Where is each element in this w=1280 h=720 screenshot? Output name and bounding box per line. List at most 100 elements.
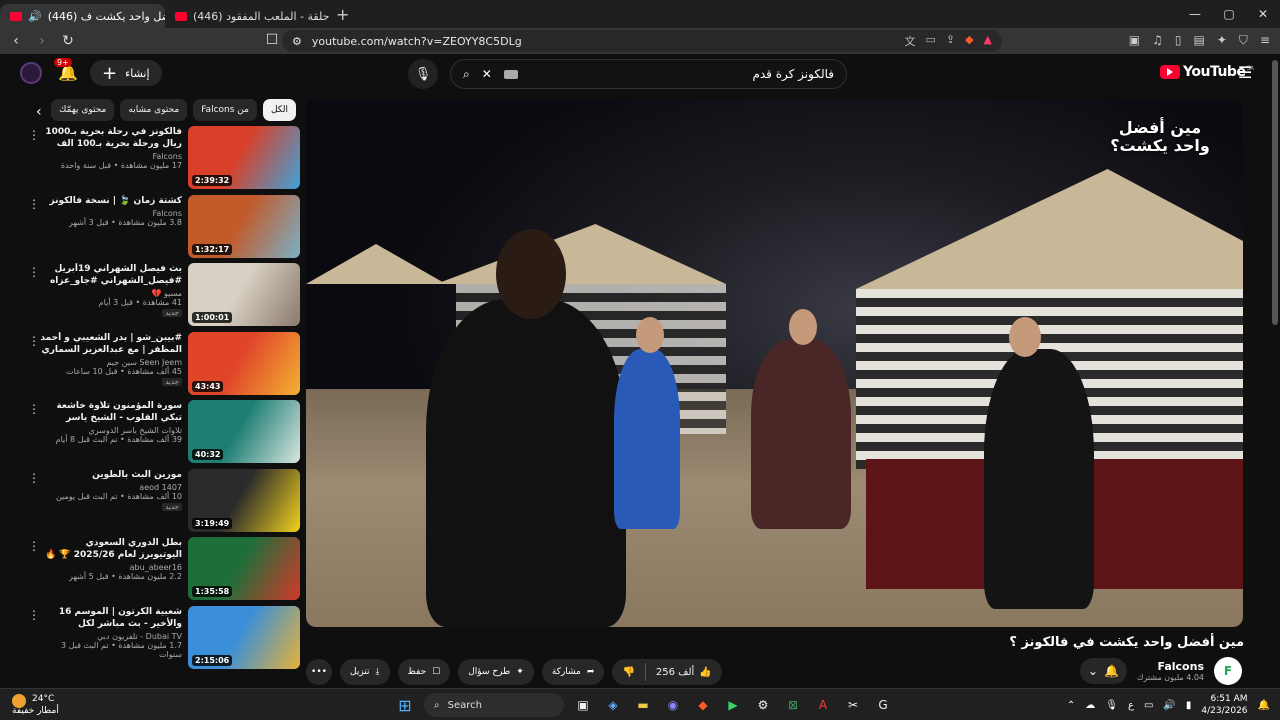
account-avatar[interactable] (20, 62, 42, 84)
recommendation-item[interactable]: 2:39:32 فالكونز في رحلة بحرية بـ1000 ريال… (20, 126, 300, 195)
chip-for-you[interactable]: محتوى يهمّك (51, 99, 115, 121)
channel-name[interactable]: Dubai TV - تلفزيون دبي (40, 632, 182, 641)
rewards-icon[interactable]: ▲ (984, 33, 992, 49)
new-tab-button[interactable]: + (336, 5, 349, 24)
recommendation-item[interactable]: 1:32:17 كشتة زمان 🍃 | نسخة فالكونز Falcons… (20, 194, 300, 264)
search-icon[interactable]: ⌕ (463, 67, 470, 82)
taskbar-search[interactable]: ⌕ Search (424, 693, 564, 717)
video-thumbnail[interactable]: 2:15:06 (188, 605, 300, 669)
notification-center-icon[interactable]: 🔔 (1258, 700, 1270, 711)
channel-name[interactable]: Falcons (1137, 660, 1204, 673)
translate-icon[interactable]: 文 (904, 33, 915, 49)
copilot-icon[interactable]: ◈ (602, 694, 624, 716)
more-vert-icon[interactable]: ⋮ (28, 471, 40, 485)
speaker-icon[interactable]: 🔊 (28, 10, 42, 23)
more-vert-icon[interactable]: ⋮ (28, 402, 40, 416)
channel-avatar[interactable]: F (1214, 657, 1242, 685)
sidebar-icon[interactable]: ▯ (1175, 33, 1182, 48)
ask-button[interactable]: طرح سؤال ✦ (458, 659, 534, 685)
brave-shield-icon[interactable]: ◆ (965, 33, 973, 49)
channel-name[interactable]: Falcons (40, 152, 182, 161)
forward-icon[interactable]: › (32, 33, 52, 49)
teams-icon[interactable]: ◉ (662, 694, 684, 716)
video-thumbnail[interactable]: 43:43 (188, 331, 300, 395)
maximize-button[interactable]: ▢ (1212, 0, 1246, 28)
video-title[interactable]: شعبية الكرتون | الموسم 16 والأخير - بث م… (40, 606, 182, 630)
video-title[interactable]: مورين البث بالطوين (40, 469, 182, 481)
hamburger-menu-icon[interactable]: ☰ (1238, 63, 1252, 82)
tab-inactive[interactable]: (446) كلارنس | حلقة - الملعب المفقود ✕ (165, 4, 330, 28)
video-title[interactable]: كشتة زمان 🍃 | نسخة فالكونز (40, 195, 183, 207)
chip-similar[interactable]: محتوى مشابه (120, 99, 188, 121)
channel-name[interactable]: مسيو 💔 (40, 289, 182, 298)
video-thumbnail[interactable]: 40:32 (188, 400, 300, 463)
network-icon[interactable]: ▭ (1144, 700, 1153, 711)
close-window-button[interactable]: ✕ (1246, 0, 1280, 28)
input-language[interactable]: ع (1128, 700, 1134, 711)
save-button[interactable]: حفظ ☐ (397, 659, 451, 685)
share-icon[interactable]: ⇪ (946, 33, 955, 49)
video-title[interactable]: بطل الدوري السعودي اليوتيوبرز لعام 2025/… (40, 537, 182, 561)
file-explorer-icon[interactable]: ▬ (632, 694, 654, 716)
video-player[interactable]: مين أفضل واحد يكشت؟ (306, 99, 1243, 627)
recommendation-item[interactable]: 1:35:58 بطل الدوري السعودي اليوتيوبرز لعا… (20, 537, 300, 606)
chevron-left-icon[interactable]: ‹ (36, 104, 42, 120)
weather-widget[interactable]: 24°C أمطار خفيفة (12, 693, 59, 717)
channel-name[interactable]: تلاوات الشيخ ياسر الدوسري (40, 426, 182, 435)
voice-search-button[interactable]: 🎙 (408, 59, 438, 89)
battery-icon[interactable]: ▮ (1186, 700, 1192, 711)
more-actions-button[interactable]: ••• (306, 659, 332, 685)
mic-icon[interactable]: 🎙 (1105, 700, 1118, 711)
recommendation-item[interactable]: 3:19:49 مورين البث بالطوين aeod 1407 10 ألف… (20, 468, 300, 538)
bookmark-icon[interactable]: ☐ (262, 32, 282, 48)
reload-icon[interactable]: ↻ (58, 33, 78, 49)
brave-icon[interactable]: ◆ (692, 694, 714, 716)
video-title[interactable]: #بيبن_شو | بدر الشعيبي و أحمد المظفر | م… (40, 332, 182, 356)
task-view-icon[interactable]: ▣ (572, 694, 594, 716)
page-scrollbar[interactable] (1272, 60, 1278, 325)
back-icon[interactable]: ‹ (6, 33, 26, 49)
site-info-icon[interactable]: ⚙ (292, 35, 302, 48)
video-thumbnail[interactable]: 2:39:32 (188, 126, 300, 189)
recommendation-item[interactable]: 43:43 #بيبن_شو | بدر الشعيبي و أحمد المظف… (20, 331, 300, 401)
channel-name[interactable]: aeod 1407 (40, 483, 182, 492)
dislike-button[interactable]: 👎 (612, 667, 644, 678)
more-vert-icon[interactable]: ⋮ (28, 539, 40, 553)
share-button[interactable]: مشاركة ➦ (541, 659, 605, 685)
keyboard-icon[interactable] (503, 69, 518, 79)
more-vert-icon[interactable]: ⋮ (28, 197, 40, 211)
video-thumbnail[interactable]: 1:32:17 (188, 194, 300, 258)
extension-icon[interactable]: ▣ (1129, 33, 1140, 48)
video-thumbnail[interactable]: 1:00:01 (188, 263, 300, 326)
url-field[interactable]: ⚙ youtube.com/watch?v=ZEOYY8C5DLg 文 ▭ ⇪ … (282, 30, 1002, 52)
app-icon[interactable]: G (872, 694, 894, 716)
more-vert-icon[interactable]: ⋮ (28, 334, 40, 348)
channel-name[interactable]: Falcons (40, 209, 182, 218)
channel-name[interactable]: Seen Jeem سين جيم (40, 358, 182, 367)
onedrive-icon[interactable]: ☁ (1085, 700, 1095, 711)
more-vert-icon[interactable]: ⋮ (28, 265, 40, 279)
minimize-button[interactable]: — (1178, 0, 1212, 28)
tab-active[interactable]: 🔊 (446) مين أفضل واحد يكشت ف... ✕ (0, 4, 165, 28)
wallet-icon[interactable]: ▤ (1194, 33, 1205, 48)
volume-icon[interactable]: 🔊 (1163, 700, 1175, 711)
vpn-icon[interactable]: ⛉ (1239, 33, 1248, 48)
capcut-icon[interactable]: ✂ (842, 694, 864, 716)
excel-icon[interactable]: ⊠ (782, 694, 804, 716)
channel-name[interactable]: abu_abeer16 (40, 563, 182, 572)
recommendation-item[interactable]: 40:32 سورة المؤمنون تلاوة خاشعة تبكي القل… (20, 400, 300, 469)
download-button[interactable]: تنزيل ⤓ (340, 659, 390, 685)
more-vert-icon[interactable]: ⋮ (28, 128, 40, 142)
chevron-up-icon[interactable]: ⌃ (1067, 700, 1075, 711)
settings-icon[interactable]: ⚙ (752, 694, 774, 716)
like-button[interactable]: 256 ألف 👍 (646, 667, 722, 678)
media-player-icon[interactable]: ▶ (722, 694, 744, 716)
windows-start-icon[interactable]: ⊞ (394, 694, 416, 716)
recommendation-item[interactable]: 1:00:01 بث فيصل الشهراني 19أبريل #فيصل_ال… (20, 263, 300, 332)
leo-icon[interactable]: ✦ (1217, 33, 1227, 48)
video-title[interactable]: فالكونز في رحلة بحرية بـ1000 ريال ورحلة … (40, 126, 182, 150)
chip-all[interactable]: الكل (262, 99, 296, 121)
clock[interactable]: 6:51 AM 4/23/2026 (1201, 693, 1247, 717)
subscribed-button[interactable]: ⌄ 🔔 (1079, 658, 1127, 684)
music-icon[interactable]: ♫ (1152, 33, 1163, 48)
